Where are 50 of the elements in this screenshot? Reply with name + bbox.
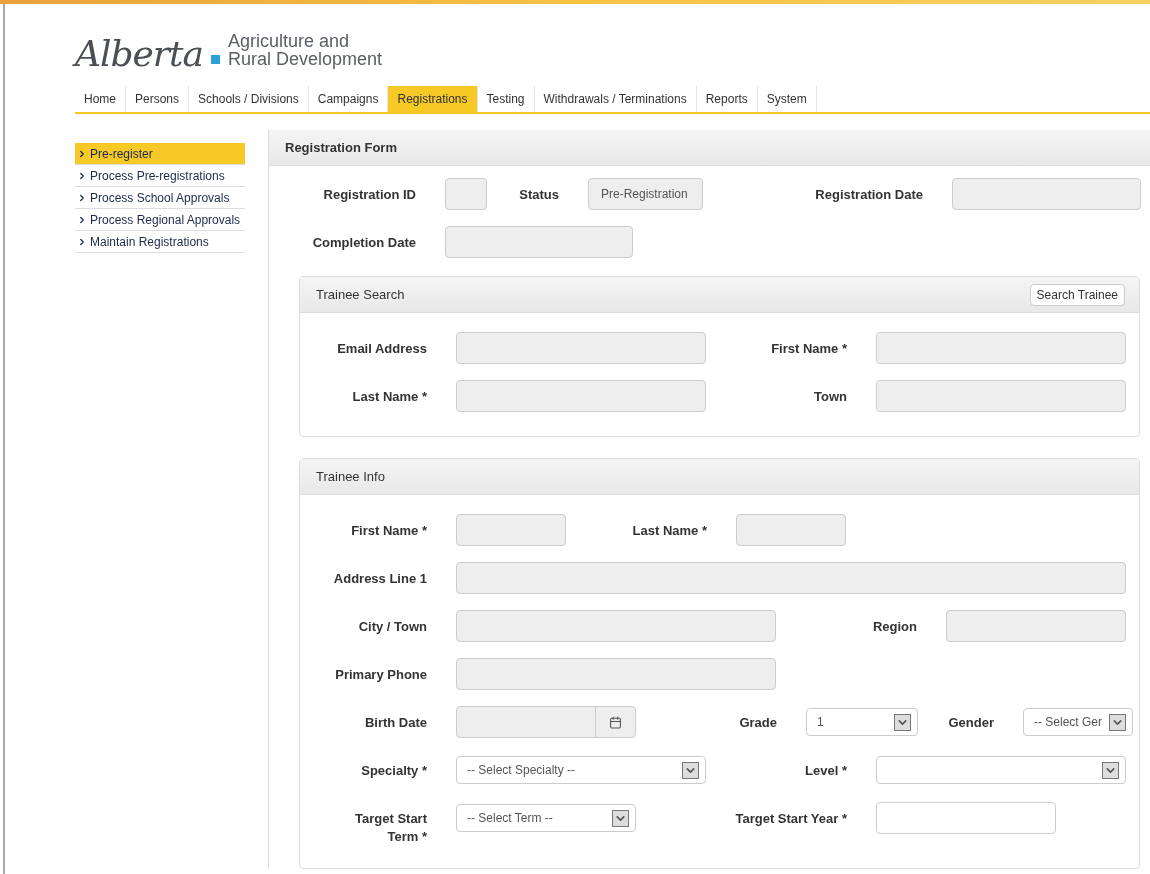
- sidebar-item[interactable]: Pre-register: [75, 143, 245, 165]
- dropdown-icon[interactable]: [612, 809, 629, 827]
- select-field[interactable]: 1: [806, 708, 918, 736]
- ministry-name: Rural Development: [228, 50, 383, 68]
- panel-title: Registration Form: [285, 138, 397, 157]
- field-label: First Name *: [351, 522, 427, 540]
- chevron-icon: [77, 236, 87, 247]
- nav-tab[interactable]: Registrations: [388, 86, 478, 112]
- select-field[interactable]: -- Select Term --: [456, 804, 636, 832]
- search-trainee-button[interactable]: Search Trainee: [1029, 283, 1125, 306]
- field-label: Email Address: [337, 340, 427, 358]
- chevron-icon: [77, 148, 87, 159]
- field-label: Registration Date: [815, 186, 923, 204]
- ministry-name: Agriculture and: [228, 32, 351, 50]
- chevron-icon: [77, 192, 87, 203]
- field-label: Level *: [805, 762, 847, 780]
- field-label: Completion Date: [312, 234, 416, 252]
- field-label: Last Name *: [632, 522, 707, 540]
- sidebar-item[interactable]: Process School Approvals: [75, 187, 245, 209]
- dropdown-icon[interactable]: [1102, 761, 1119, 779]
- dropdown-icon[interactable]: [894, 713, 911, 731]
- sidebar-item[interactable]: Maintain Registrations: [75, 231, 245, 253]
- dropdown-icon[interactable]: [1109, 713, 1126, 731]
- input-field[interactable]: [876, 802, 1056, 834]
- field-label: Target Start Year *: [735, 810, 847, 828]
- dropdown-icon[interactable]: [682, 761, 699, 779]
- field-label: Status: [519, 186, 559, 204]
- field-label: Region: [872, 618, 917, 636]
- field-label: City / Town: [358, 618, 427, 636]
- field-label: Town: [814, 388, 847, 406]
- field-label: Address Line 1: [333, 570, 427, 588]
- section-title: Trainee Info: [316, 467, 385, 486]
- field-label: Primary Phone: [335, 666, 427, 684]
- field-label: Specialty *: [361, 762, 427, 780]
- field-label: Grade: [739, 714, 777, 732]
- field-label: First Name *: [771, 340, 847, 358]
- select-field[interactable]: [876, 756, 1126, 784]
- field-label: Target Start Term *: [354, 810, 427, 846]
- field-label: Last Name *: [352, 388, 427, 406]
- select-field[interactable]: -- Select Ger: [1023, 708, 1133, 736]
- sidebar-item[interactable]: Process Regional Approvals: [75, 209, 245, 231]
- logo-square-icon: [211, 55, 220, 64]
- chevron-icon: [77, 170, 87, 181]
- field-label: Registration ID: [323, 186, 416, 204]
- field-label: Gender: [948, 714, 994, 732]
- field-label: Birth Date: [364, 714, 427, 732]
- chevron-icon: [77, 214, 87, 225]
- select-field[interactable]: -- Select Specialty --: [456, 756, 706, 784]
- sidebar-item[interactable]: Process Pre-registrations: [75, 165, 245, 187]
- section-title: Trainee Search: [316, 285, 405, 304]
